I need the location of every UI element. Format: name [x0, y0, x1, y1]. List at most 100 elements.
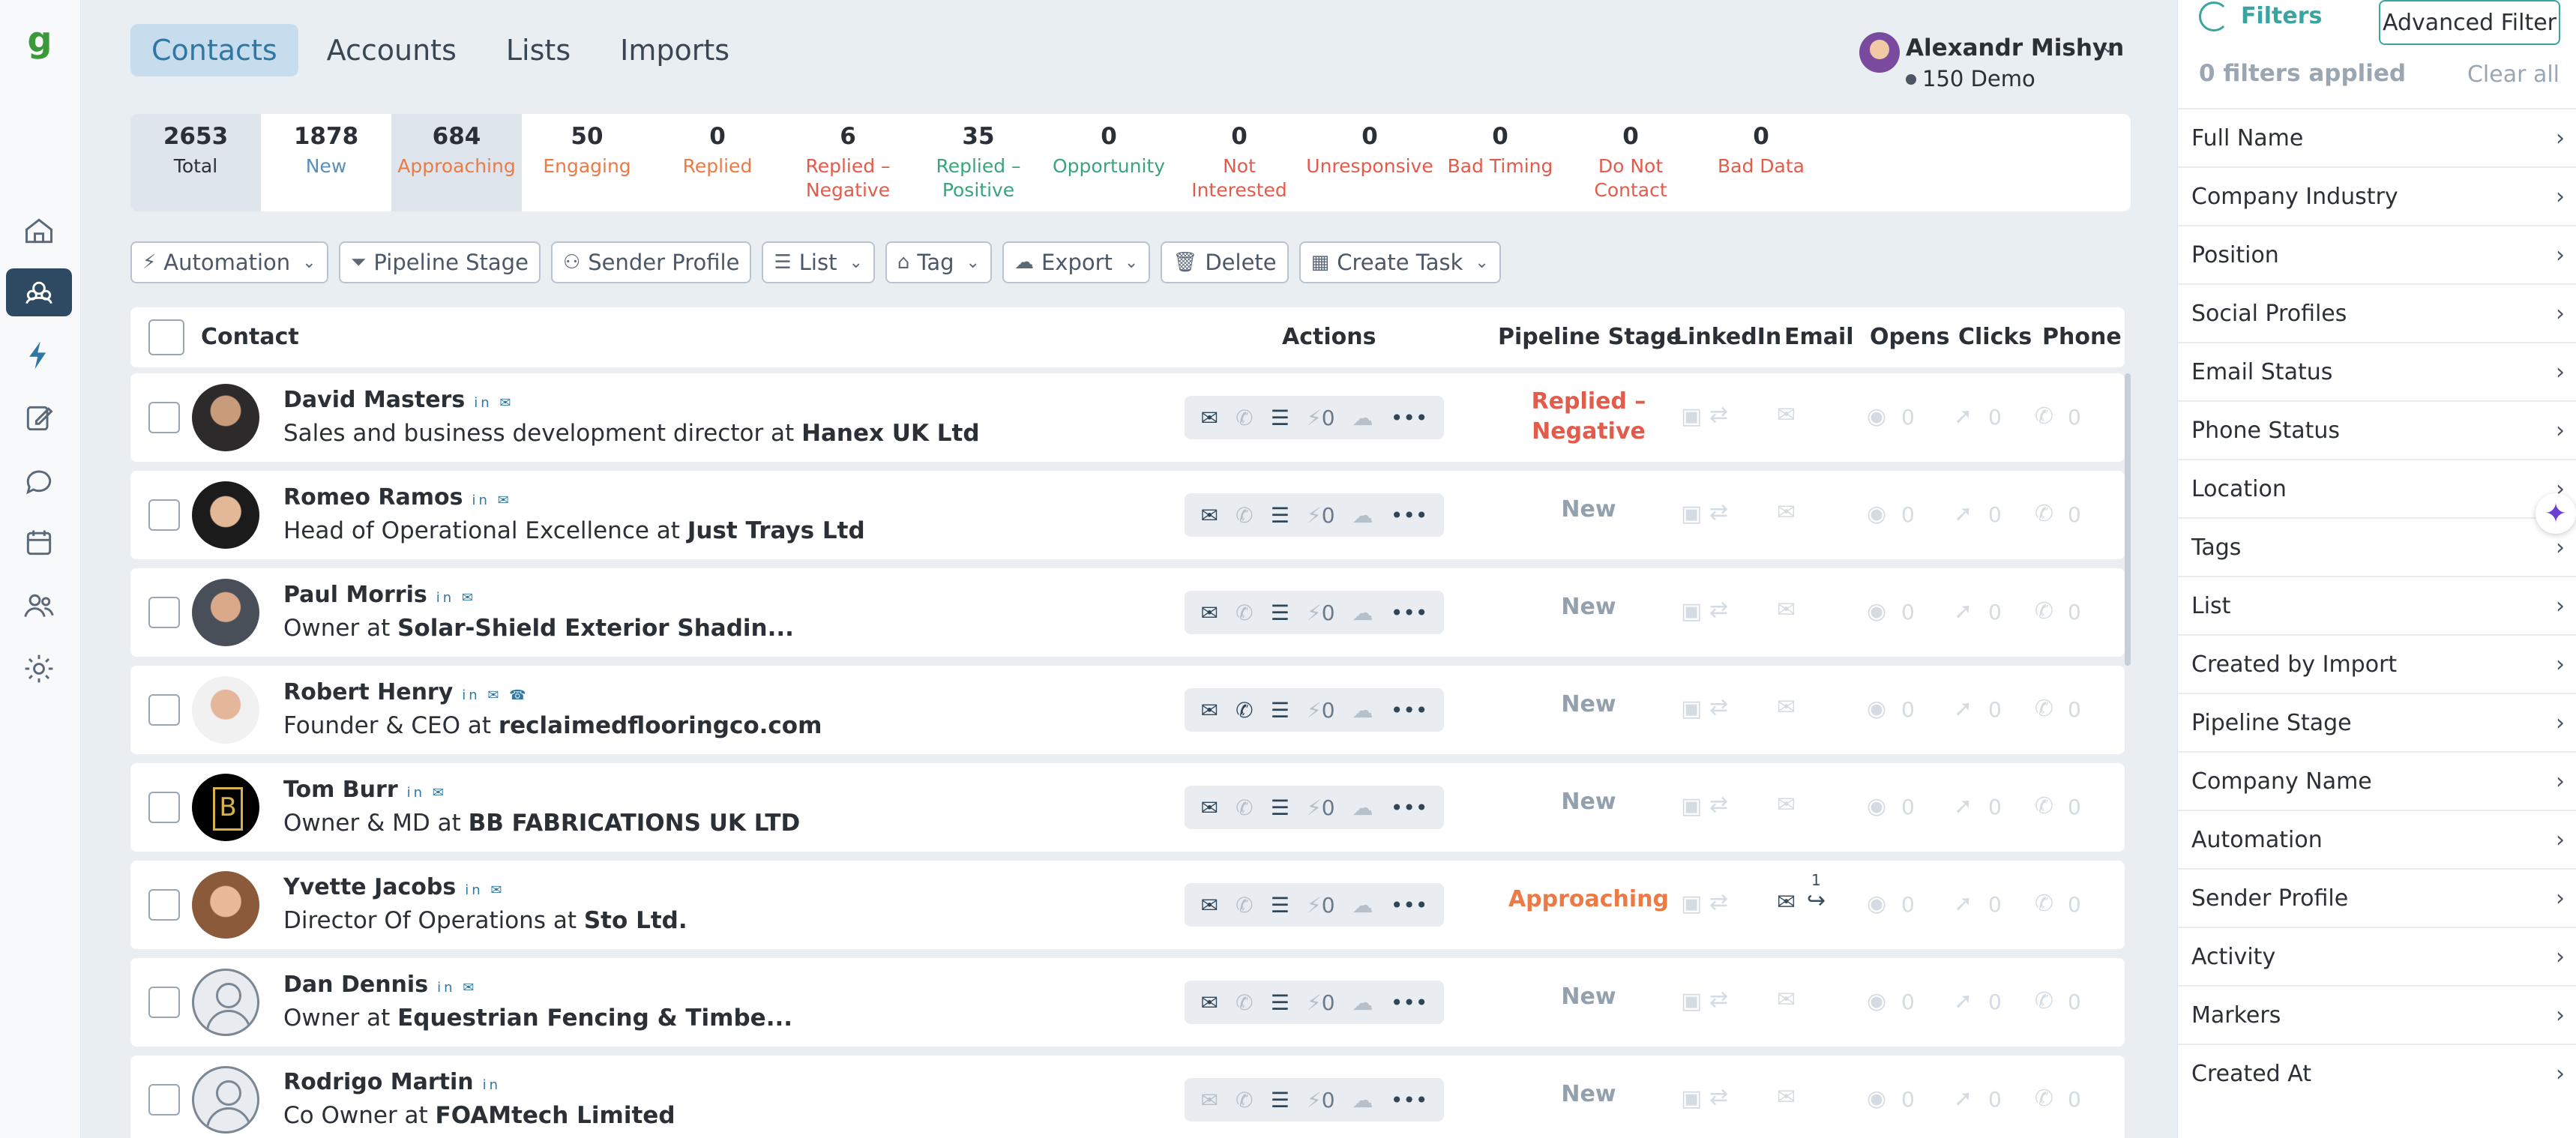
contact-name[interactable]: Robert Henry in ✉ ☎	[283, 679, 529, 705]
automation-icon[interactable]: ⚡0	[1307, 1088, 1335, 1113]
email-icon[interactable]: ✉	[1201, 698, 1218, 723]
filter-phone-status[interactable]: Phone Status ›	[2178, 400, 2576, 459]
list-icon[interactable]: ☰	[1271, 990, 1289, 1015]
avatar[interactable]	[192, 579, 259, 646]
phone-icon[interactable]: ✆	[1236, 503, 1253, 528]
email-icon[interactable]: ✉	[1201, 1088, 1218, 1113]
list-icon[interactable]: ☰	[1271, 600, 1289, 625]
pipeline-stage-badge[interactable]: New	[1472, 592, 1705, 622]
table-row[interactable]: David Masters in ✉ Sales and business dev…	[130, 373, 2125, 462]
contact-name-text[interactable]: Rodrigo Martin	[283, 1069, 474, 1095]
more-icon[interactable]: •••	[1391, 503, 1428, 528]
phone-icon[interactable]: ✆	[1236, 698, 1253, 723]
lightning-icon[interactable]	[6, 331, 72, 379]
clear-all-link[interactable]: Clear all	[2467, 61, 2560, 88]
cloud-icon[interactable]: ☁	[1352, 600, 1373, 625]
stat-replied-negative[interactable]: 6 Replied – Negative	[783, 114, 913, 211]
contact-name-text[interactable]: Romeo Ramos	[283, 484, 463, 511]
column-opens[interactable]: Opens	[1870, 324, 1950, 350]
stat-unresponsive[interactable]: 0 Unresponsive	[1304, 114, 1435, 211]
avatar[interactable]	[192, 1066, 259, 1134]
filter-automation[interactable]: Automation ›	[2178, 810, 2576, 868]
avatar[interactable]	[192, 481, 259, 549]
user-menu[interactable]: Alexandr Mishyn ⌄ 150 Demo	[1859, 28, 2129, 96]
filter-email-status[interactable]: Email Status ›	[2178, 342, 2576, 400]
filter-social-profiles[interactable]: Social Profiles ›	[2178, 283, 2576, 342]
row-checkbox[interactable]	[148, 499, 180, 531]
table-row[interactable]: Robert Henry in ✉ ☎ Founder & CEO at recl…	[130, 666, 2125, 754]
automation-icon[interactable]: ⚡0	[1307, 503, 1335, 528]
email-icon[interactable]: ✉	[1201, 503, 1218, 528]
email-icon[interactable]: ✉	[1201, 893, 1218, 918]
pipeline-stage-badge[interactable]: New	[1472, 690, 1705, 720]
filter-pipeline-stage[interactable]: Pipeline Stage ›	[2178, 693, 2576, 751]
chat-icon[interactable]	[6, 457, 72, 505]
compose-icon[interactable]	[6, 394, 72, 442]
contacts-icon[interactable]	[6, 268, 72, 316]
phone-icon[interactable]: ✆	[1236, 795, 1253, 820]
column-contact[interactable]: Contact	[201, 324, 299, 350]
channel-icons[interactable]: in ✉	[437, 980, 477, 996]
list-icon[interactable]: ☰	[1271, 893, 1289, 918]
home-icon[interactable]	[6, 207, 72, 255]
table-row[interactable]: Rodrigo Martin in Co Owner at FOAMtech Li…	[130, 1056, 2125, 1138]
filter-markers[interactable]: Markers ›	[2178, 985, 2576, 1044]
list-button[interactable]: ☰ List ⌄	[762, 241, 875, 283]
contact-name[interactable]: Paul Morris in ✉	[283, 582, 476, 608]
list-icon[interactable]: ☰	[1271, 795, 1289, 820]
stat-total[interactable]: 2653 Total	[130, 114, 261, 211]
contact-name[interactable]: David Masters in ✉	[283, 387, 514, 413]
table-row[interactable]: Tom Burr in ✉ Owner & MD at BB FABRICATIO…	[130, 763, 2125, 852]
cloud-icon[interactable]: ☁	[1352, 795, 1373, 820]
channel-icons[interactable]: in ✉	[472, 493, 511, 508]
stat-new[interactable]: 1878 New	[261, 114, 391, 211]
contact-name[interactable]: Romeo Ramos in ✉	[283, 484, 512, 511]
more-icon[interactable]: •••	[1391, 990, 1428, 1015]
avatar[interactable]	[192, 774, 259, 841]
contact-name[interactable]: Tom Burr in ✉	[283, 777, 447, 803]
filter-created-by-import[interactable]: Created by Import ›	[2178, 634, 2576, 693]
filter-created-at[interactable]: Created At ›	[2178, 1044, 2576, 1102]
channel-icons[interactable]: in	[483, 1077, 501, 1093]
cloud-icon[interactable]: ☁	[1352, 990, 1373, 1015]
table-row[interactable]: Dan Dennis in ✉ Owner at Equestrian Fenci…	[130, 958, 2125, 1047]
more-icon[interactable]: •••	[1391, 893, 1428, 918]
filter-position[interactable]: Position ›	[2178, 225, 2576, 283]
stat-engaging[interactable]: 50 Engaging	[522, 114, 652, 211]
column-pipeline-stage[interactable]: Pipeline Stage	[1498, 324, 1682, 350]
contact-name-text[interactable]: Dan Dennis	[283, 972, 428, 998]
contact-name[interactable]: Yvette Jacobs in ✉	[283, 874, 505, 900]
stat-opportunity[interactable]: 0 Opportunity	[1044, 114, 1174, 211]
table-scrollbar[interactable]	[2125, 373, 2131, 666]
email-icon[interactable]: ✉	[1201, 406, 1218, 430]
row-checkbox[interactable]	[148, 987, 180, 1018]
filter-company-industry[interactable]: Company Industry ›	[2178, 166, 2576, 225]
stat-not-interested[interactable]: 0 Not Interested	[1174, 114, 1304, 211]
filter-activity[interactable]: Activity ›	[2178, 927, 2576, 985]
phone-icon[interactable]: ✆	[1236, 406, 1253, 430]
automation-icon[interactable]: ⚡0	[1307, 406, 1335, 430]
automation-button[interactable]: ⚡ Automation ⌄	[130, 241, 328, 283]
app-logo[interactable]: g	[22, 19, 57, 60]
sender-profile-button[interactable]: ⚇ Sender Profile	[550, 241, 752, 283]
ai-sparkle-icon[interactable]: ✦	[2536, 493, 2576, 534]
pipeline-stage-badge[interactable]: New	[1472, 1080, 1705, 1110]
cloud-icon[interactable]: ☁	[1352, 893, 1373, 918]
table-row[interactable]: Yvette Jacobs in ✉ Director Of Operations…	[130, 861, 2125, 949]
channel-icons[interactable]: in ✉	[465, 882, 505, 898]
list-icon[interactable]: ☰	[1271, 406, 1289, 430]
users-icon[interactable]	[6, 582, 72, 630]
row-checkbox[interactable]	[148, 1084, 180, 1116]
company-text[interactable]: reclaimedflooringco.com	[499, 712, 822, 739]
contact-name-text[interactable]: Robert Henry	[283, 679, 453, 705]
delete-button[interactable]: 🗑 Delete	[1161, 241, 1289, 283]
pipeline-stage-badge[interactable]: Replied – Negative	[1472, 387, 1705, 447]
pipeline-stage-badge[interactable]: New	[1472, 787, 1705, 817]
row-checkbox[interactable]	[148, 889, 180, 921]
more-icon[interactable]: •••	[1391, 406, 1428, 430]
email-icon[interactable]: ✉	[1201, 795, 1218, 820]
contact-name-text[interactable]: David Masters	[283, 387, 465, 413]
filter-tags[interactable]: Tags ›	[2178, 517, 2576, 576]
email-icon[interactable]: ✉	[1201, 600, 1218, 625]
more-icon[interactable]: •••	[1391, 698, 1428, 723]
